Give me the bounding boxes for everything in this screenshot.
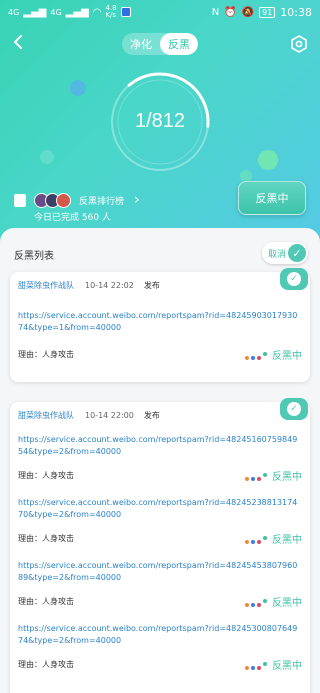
check-icon: ✓ — [288, 244, 306, 262]
anti-black-status-button[interactable]: 反黑中 — [238, 181, 306, 215]
alarm-icon: ⏰ — [224, 6, 237, 18]
reason-text: 理由：人身攻击 — [18, 660, 74, 669]
anti-black-list-panel: 反黑列表 取消 ✓ ✓ 甜菜除虫作战队 10-14 22:02 发布 https… — [0, 228, 320, 693]
report-link[interactable]: https://service.account.weibo.com/report… — [18, 310, 302, 334]
report-link[interactable]: https://service.account.weibo.com/report… — [18, 623, 302, 647]
progress-dots-icon — [245, 350, 267, 360]
tab-purify[interactable]: 净化 — [122, 33, 160, 55]
network-indicator: 4G — [50, 7, 62, 17]
clock: 10:38 — [280, 5, 312, 19]
net-speed: 4.8 K/s — [105, 4, 117, 19]
decor-bubble — [40, 150, 54, 164]
hexagon-settings-icon — [291, 35, 307, 53]
check-icon: ✓ — [287, 402, 301, 416]
reason-text: 理由：人身攻击 — [18, 534, 74, 543]
rank-label: 反黑排行榜 — [79, 196, 125, 207]
reason-text: 理由：人身攻击 — [18, 350, 74, 359]
avatar-group — [34, 192, 71, 208]
card-header: 甜菜除虫作战队 10-14 22:00 发布 — [18, 410, 160, 421]
report-entry: https://service.account.weibo.com/report… — [18, 560, 302, 609]
avatar — [56, 192, 71, 208]
nfc-icon: N — [211, 6, 220, 18]
progress-count: 1/812 — [134, 110, 186, 132]
entry-status: 反黑中 — [272, 351, 302, 362]
report-link[interactable]: https://service.account.weibo.com/report… — [18, 560, 302, 584]
status-bar: 4G ▂▄▆ 4G ▂▄▆ ◠ 4.8 K/s N ⏰ 🔕 91 10:38 — [0, 0, 320, 24]
entry-status: 反黑中 — [272, 472, 302, 483]
signal-icon: ▂▄▆ — [65, 6, 89, 18]
team-name[interactable]: 甜菜除虫作战队 — [18, 410, 74, 421]
entry-status: 反黑中 — [272, 535, 302, 546]
wifi-icon: ◠ — [92, 6, 102, 18]
decor-bubble — [258, 150, 278, 170]
reason-text: 理由：人身攻击 — [18, 471, 74, 480]
progress-dots-icon — [245, 597, 267, 607]
publish-time: 10-14 22:00 — [85, 411, 134, 420]
cancel-label: 取消 — [268, 249, 287, 260]
cancel-button[interactable]: 取消 ✓ — [262, 242, 308, 264]
team-name[interactable]: 甜菜除虫作战队 — [18, 280, 74, 291]
report-entry: https://service.account.weibo.com/report… — [18, 434, 302, 483]
progress-dots-icon — [245, 660, 267, 670]
entry-status: 反黑中 — [272, 598, 302, 609]
list-title: 反黑列表 — [14, 251, 54, 262]
check-icon: ✓ — [287, 272, 301, 286]
entry-status: 反黑中 — [272, 661, 302, 672]
report-entry: https://service.account.weibo.com/report… — [18, 310, 302, 362]
card-header: 甜菜除虫作战队 10-14 22:02 发布 — [18, 280, 160, 291]
report-link[interactable]: https://service.account.weibo.com/report… — [18, 434, 302, 458]
signal-icon: ▂▄▆ — [23, 6, 47, 18]
reason-text: 理由：人身攻击 — [18, 597, 74, 606]
today-done-text: 今日已完成 560 人 — [34, 213, 111, 223]
tab-anti-black[interactable]: 反黑 — [160, 33, 198, 55]
decor-bubble — [70, 80, 86, 96]
chevron-right-icon: › — [134, 192, 140, 208]
report-entry: https://service.account.weibo.com/report… — [18, 497, 302, 546]
card-select-toggle[interactable]: ✓ — [280, 398, 308, 420]
report-entry: https://service.account.weibo.com/report… — [18, 623, 302, 672]
report-card: ✓ 甜菜除虫作战队 10-14 22:00 发布 https://service… — [10, 398, 310, 693]
network-indicator: 4G — [8, 7, 20, 17]
chevron-left-icon — [14, 35, 22, 49]
publish-time: 10-14 22:02 — [85, 281, 134, 290]
rank-link[interactable]: 反黑排行榜 › — [14, 192, 140, 208]
mute-icon: 🔕 — [241, 6, 255, 18]
back-button[interactable] — [10, 33, 28, 51]
report-card: ✓ 甜菜除虫作战队 10-14 22:02 发布 https://service… — [10, 268, 310, 382]
clipboard-icon — [14, 193, 26, 207]
mode-tabs: 净化 反黑 — [122, 33, 198, 55]
publish-action: 发布 — [143, 411, 160, 420]
settings-button[interactable] — [290, 35, 308, 53]
battery-indicator: 91 — [259, 6, 276, 18]
app-notification-icon — [120, 7, 131, 17]
card-select-toggle[interactable]: ✓ — [280, 268, 308, 290]
publish-action: 发布 — [143, 281, 160, 290]
report-link[interactable]: https://service.account.weibo.com/report… — [18, 497, 302, 521]
progress-dots-icon — [245, 471, 267, 481]
progress-dots-icon — [245, 534, 267, 544]
